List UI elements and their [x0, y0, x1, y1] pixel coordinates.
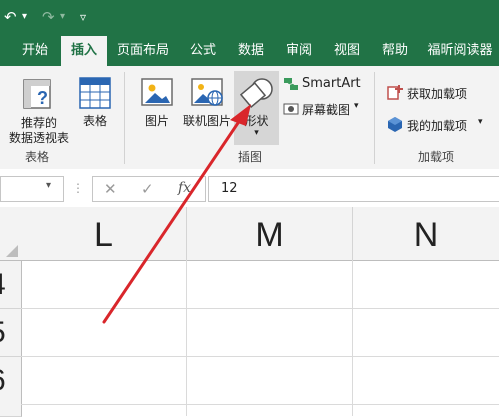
annotation-arrow — [102, 104, 251, 324]
